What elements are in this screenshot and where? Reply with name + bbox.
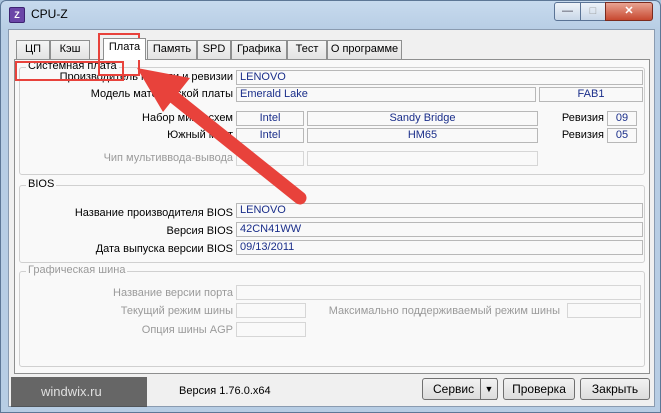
tab-graphics[interactable]: Графика <box>231 40 287 59</box>
minimize-button[interactable]: — <box>554 2 581 21</box>
chipset-revision-field: 09 <box>607 111 637 126</box>
bios-date-field: 09/13/2011 <box>236 240 643 255</box>
bus-current-label: Текущий режим шины <box>120 305 233 317</box>
southbridge-revision-field: 05 <box>607 128 637 143</box>
client-area: ЦП Кэш Плата Память SPD Графика Тест О п… <box>8 29 655 407</box>
graphic-bus-group: Графическая шина Название версии порта Т… <box>19 264 645 367</box>
chevron-down-icon: ▼ <box>484 384 494 394</box>
title-bar[interactable]: Z CPU-Z — □ ✕ <box>1 1 660 29</box>
bios-vendor-field: LENOVO <box>236 203 643 218</box>
bus-max-field <box>567 303 641 318</box>
bus-version-field <box>236 285 641 300</box>
chipset-label: Набор микросхем <box>142 112 233 124</box>
lpcio-name-field <box>307 151 538 166</box>
chipset-revision-label: Ревизия <box>561 112 604 124</box>
manufacturer-label: Производитель модели и ревизии <box>59 71 233 83</box>
tab-spd[interactable]: SPD <box>197 40 231 59</box>
footer-bar: windwix.ru Версия 1.76.0.x64 Сервис ▼ Пр… <box>9 376 654 408</box>
southbridge-name-field: HM65 <box>307 128 538 143</box>
tab-cpu[interactable]: ЦП <box>16 40 50 59</box>
bios-group-title: BIOS <box>26 178 57 190</box>
tab-cache[interactable]: Кэш <box>50 40 90 59</box>
manufacturer-field: LENOVO <box>236 70 643 85</box>
watermark-logo: windwix.ru <box>11 377 147 407</box>
southbridge-label: Южный мост <box>167 129 233 141</box>
model-label: Модель материнской платы <box>90 88 233 100</box>
southbridge-vendor-field: Intel <box>236 128 304 143</box>
bios-vendor-label: Название производителя BIOS <box>74 207 233 219</box>
chipset-name-field: Sandy Bridge <box>307 111 538 126</box>
southbridge-revision-label: Ревизия <box>561 129 604 141</box>
close-window-button[interactable]: ✕ <box>605 2 653 21</box>
version-label: Версия 1.76.0.x64 <box>179 385 271 397</box>
window-title: CPU-Z <box>31 7 68 21</box>
bios-date-label: Дата выпуска версии BIOS <box>95 243 233 255</box>
bios-version-label: Версия BIOS <box>166 225 233 237</box>
validate-button[interactable]: Проверка <box>503 378 575 400</box>
bios-version-field: 42CN41WW <box>236 222 643 237</box>
bus-max-label: Максимально поддерживаемый режим шины <box>328 305 560 317</box>
lpcio-vendor-field <box>236 151 304 166</box>
bus-agp-field <box>236 322 306 337</box>
model-revision-field: FAB1 <box>539 87 643 102</box>
model-field: Emerald Lake <box>236 87 536 102</box>
tab-mainboard[interactable]: Плата <box>103 38 146 60</box>
cpu-z-window: Z CPU-Z — □ ✕ ЦП Кэш Плата Память SPD Гр… <box>0 0 661 413</box>
service-dropdown-button[interactable]: ▼ <box>480 378 498 400</box>
service-button-label: Сервис <box>433 382 475 396</box>
tab-about[interactable]: О программе <box>327 40 402 59</box>
bus-version-label: Название версии порта <box>113 287 233 299</box>
chipset-vendor-field: Intel <box>236 111 304 126</box>
lpcio-label: Чип мультиввода-вывода <box>103 152 233 164</box>
bus-agp-label: Опция шины AGP <box>141 324 233 336</box>
motherboard-group: Системная плата Производитель модели и р… <box>19 60 645 175</box>
close-button[interactable]: Закрыть <box>580 378 650 400</box>
graphic-bus-group-title: Графическая шина <box>26 264 128 276</box>
cpu-z-icon: Z <box>9 7 25 23</box>
tab-bench[interactable]: Тест <box>287 40 327 59</box>
mainboard-panel: Системная плата Производитель модели и р… <box>14 59 650 374</box>
bios-group: BIOS Название производителя BIOS LENOVO … <box>19 178 645 263</box>
maximize-button[interactable]: □ <box>580 2 606 21</box>
tab-memory[interactable]: Память <box>147 40 197 59</box>
bus-current-field <box>236 303 306 318</box>
